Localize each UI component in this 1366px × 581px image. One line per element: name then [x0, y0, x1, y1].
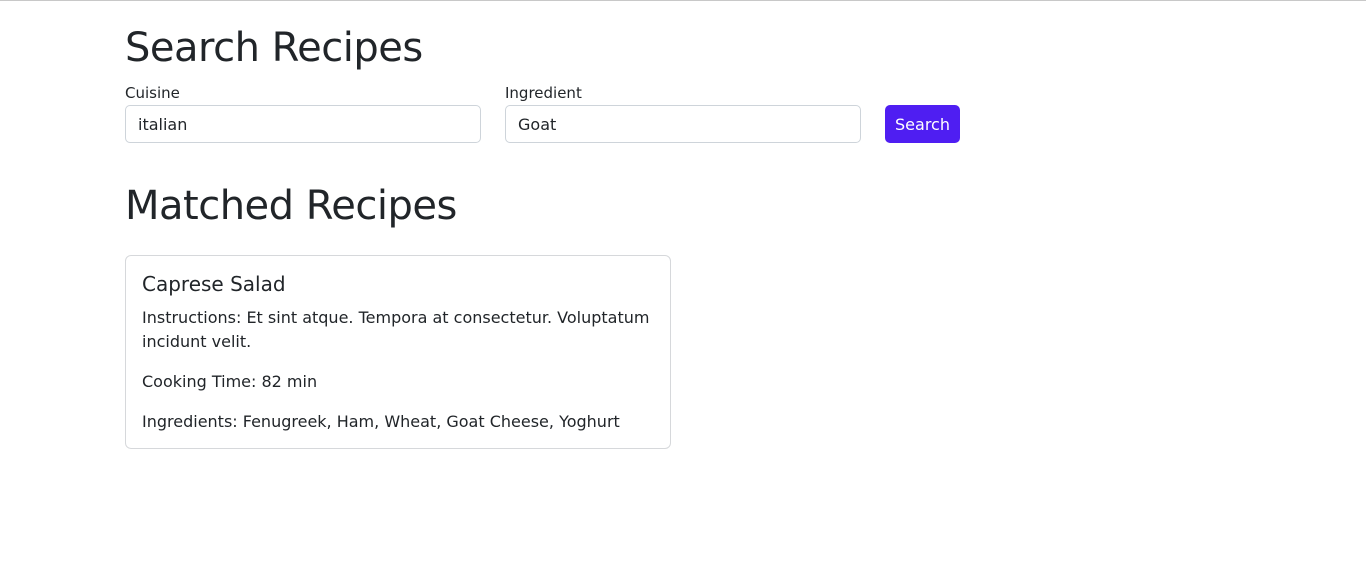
- matched-recipes-title: Matched Recipes: [125, 183, 457, 229]
- search-form: Cuisine Ingredient Search: [125, 83, 1025, 145]
- recipe-name: Caprese Salad: [142, 272, 286, 296]
- recipe-instructions: Instructions: Et sint atque. Tempora at …: [142, 308, 650, 351]
- recipe-card: Caprese Salad Instructions: Et sint atqu…: [125, 255, 671, 449]
- cuisine-field-group: Cuisine: [125, 83, 481, 143]
- ingredient-field-group: Ingredient: [505, 83, 861, 143]
- cuisine-label: Cuisine: [125, 84, 180, 102]
- search-button[interactable]: Search: [885, 105, 960, 143]
- top-border: [0, 0, 1366, 1]
- ingredient-input[interactable]: [505, 105, 861, 143]
- recipe-ingredients: Ingredients: Fenugreek, Ham, Wheat, Goat…: [142, 412, 620, 431]
- ingredient-label: Ingredient: [505, 84, 582, 102]
- cuisine-input[interactable]: [125, 105, 481, 143]
- page-title: Search Recipes: [125, 25, 423, 71]
- recipe-cooking-time: Cooking Time: 82 min: [142, 372, 318, 391]
